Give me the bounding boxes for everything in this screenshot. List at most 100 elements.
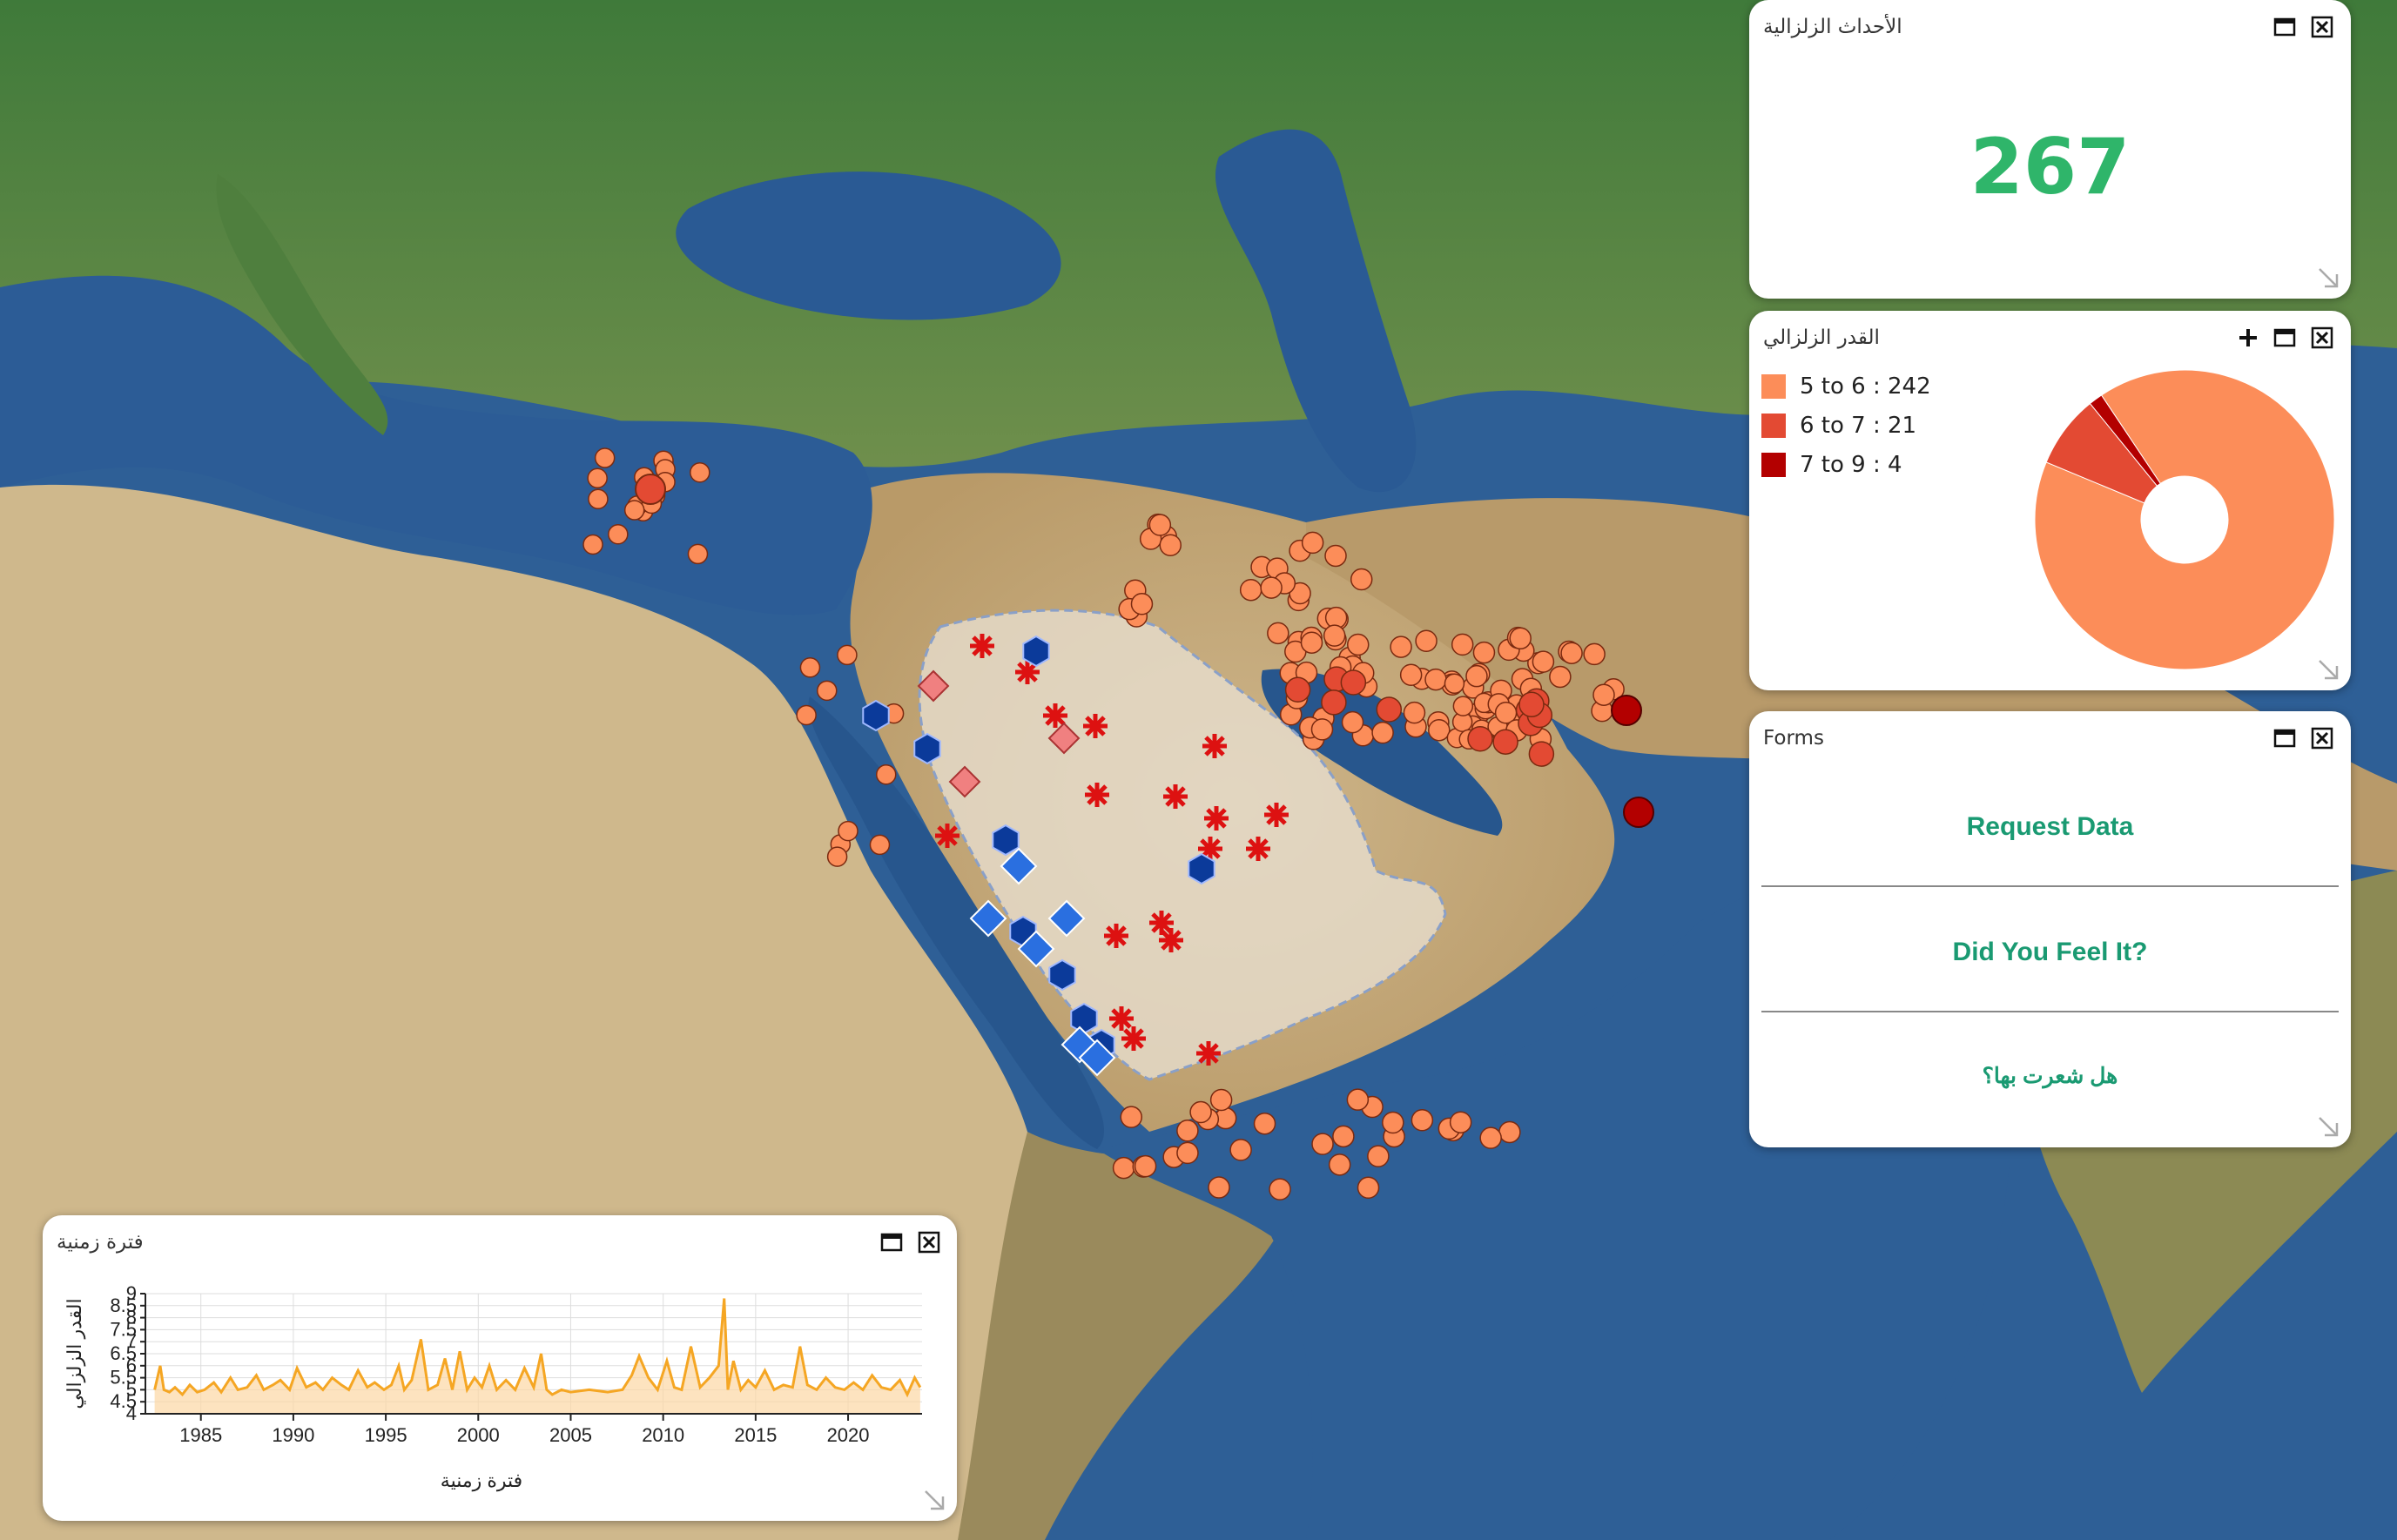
earthquake-marker-icon[interactable]: [796, 704, 817, 726]
earthquake-marker-icon[interactable]: [1284, 676, 1311, 703]
earthquake-marker-icon[interactable]: [587, 467, 608, 489]
close-icon[interactable]: [918, 1231, 940, 1254]
earthquake-marker-icon[interactable]: [799, 657, 821, 678]
earthquake-marker-icon[interactable]: [869, 834, 891, 856]
plus-icon[interactable]: [2237, 326, 2259, 349]
volcano-marker-icon[interactable]: [1204, 806, 1229, 831]
earthquake-marker-icon[interactable]: [1399, 663, 1423, 687]
resize-corner-icon[interactable]: [2316, 266, 2340, 290]
earthquake-marker-icon[interactable]: [1208, 1176, 1230, 1199]
earthquake-marker-icon[interactable]: [1189, 1100, 1212, 1124]
earthquake-marker-icon[interactable]: [1357, 1176, 1380, 1200]
earthquake-marker-icon[interactable]: [875, 763, 897, 785]
earthquake-marker-icon[interactable]: [1509, 627, 1532, 650]
earthquake-marker-icon[interactable]: [1415, 629, 1438, 652]
earthquake-marker-icon[interactable]: [1209, 1088, 1233, 1112]
station-marker-icon[interactable]: [992, 824, 1020, 857]
resize-corner-icon[interactable]: [922, 1488, 946, 1512]
earthquake-marker-icon[interactable]: [623, 500, 645, 521]
earthquake-marker-icon[interactable]: [1467, 725, 1493, 752]
earthquake-marker-icon[interactable]: [1300, 631, 1323, 654]
station-marker-icon[interactable]: [1070, 1002, 1098, 1035]
volcano-marker-icon[interactable]: [1202, 734, 1227, 758]
earthquake-marker-icon[interactable]: [1176, 1120, 1199, 1142]
close-icon[interactable]: [2311, 727, 2333, 750]
magnitude-timeline-chart[interactable]: 44.555.566.577.588.591985 1990 1995 2000 200…: [43, 1259, 957, 1520]
earthquake-marker-icon[interactable]: [1323, 624, 1346, 647]
earthquake-marker-icon[interactable]: [1532, 650, 1555, 673]
earthquake-marker-icon[interactable]: [1229, 1139, 1252, 1161]
earthquake-marker-icon[interactable]: [1382, 1111, 1404, 1134]
earthquake-marker-icon[interactable]: [1310, 718, 1334, 741]
station-marker-icon[interactable]: [1048, 958, 1076, 992]
earthquake-marker-icon[interactable]: [1390, 636, 1412, 658]
earthquake-marker-icon[interactable]: [1444, 673, 1465, 695]
earthquake-marker-icon[interactable]: [1350, 568, 1373, 591]
earthquake-marker-icon[interactable]: [690, 461, 710, 483]
earthquake-marker-icon[interactable]: [1583, 642, 1606, 666]
earthquake-marker-icon[interactable]: [1321, 689, 1347, 716]
volcano-marker-icon[interactable]: [1264, 803, 1289, 827]
earthquake-marker-icon[interactable]: [1411, 1109, 1434, 1132]
station-marker-icon[interactable]: [1188, 852, 1215, 885]
earthquake-marker-icon[interactable]: [1301, 531, 1324, 555]
earthquake-marker-icon[interactable]: [838, 820, 858, 842]
earthquake-marker-icon[interactable]: [1311, 1133, 1334, 1155]
station-marker-icon[interactable]: [913, 732, 941, 765]
earthquake-marker-icon[interactable]: [1549, 665, 1572, 689]
earthquake-marker-icon[interactable]: [1492, 729, 1518, 755]
volcano-marker-icon[interactable]: [935, 824, 959, 848]
earthquake-marker-icon[interactable]: [588, 488, 609, 510]
earthquake-marker-icon[interactable]: [1498, 1120, 1521, 1144]
earthquake-marker-icon[interactable]: [1130, 593, 1154, 615]
earthquake-marker-icon[interactable]: [1479, 1126, 1502, 1149]
earthquake-marker-icon[interactable]: [1465, 664, 1488, 688]
earthquake-marker-icon[interactable]: [1472, 641, 1496, 664]
earthquake-marker-icon[interactable]: [1148, 514, 1172, 536]
earthquake-marker-icon[interactable]: [1260, 576, 1283, 599]
earthquake-marker-icon[interactable]: [1340, 669, 1367, 696]
did-you-feel-it-arabic-link[interactable]: هل شعرت بها؟: [1749, 1063, 2351, 1089]
request-data-link[interactable]: Request Data: [1749, 812, 2351, 842]
earthquake-marker-icon[interactable]: [1560, 642, 1583, 664]
earthquake-marker-icon[interactable]: [1403, 701, 1426, 724]
volcano-marker-icon[interactable]: [1109, 1006, 1134, 1031]
volcano-marker-icon[interactable]: [1246, 837, 1270, 861]
earthquake-marker-icon[interactable]: [1451, 633, 1474, 656]
maximize-icon[interactable]: [2273, 16, 2296, 38]
earthquake-marker-icon[interactable]: [1367, 1145, 1390, 1167]
volcano-marker-icon[interactable]: [1196, 1041, 1221, 1066]
magnitude-donut-chart[interactable]: [2028, 363, 2341, 676]
earthquake-marker-icon[interactable]: [608, 524, 629, 545]
earthquake-marker-icon[interactable]: [1324, 544, 1347, 568]
maximize-icon[interactable]: [880, 1231, 903, 1254]
station-marker-icon[interactable]: [862, 699, 890, 732]
earthquake-marker-icon[interactable]: [1376, 696, 1403, 723]
volcano-marker-icon[interactable]: [1085, 783, 1109, 807]
earthquake-marker-icon[interactable]: [826, 846, 848, 867]
earthquake-marker-icon[interactable]: [1449, 1111, 1472, 1133]
close-icon[interactable]: [2311, 326, 2333, 349]
did-you-feel-it-link[interactable]: Did You Feel It?: [1749, 938, 2351, 967]
volcano-marker-icon[interactable]: [1104, 924, 1128, 948]
earthquake-marker-icon[interactable]: [1332, 1125, 1355, 1148]
legend-item[interactable]: 7 to 9 : 4: [1761, 445, 1931, 484]
legend-item[interactable]: 5 to 6 : 242: [1761, 367, 1931, 406]
volcano-marker-icon[interactable]: [970, 634, 994, 658]
earthquake-marker-icon[interactable]: [1267, 622, 1289, 645]
earthquake-marker-icon[interactable]: [1371, 721, 1394, 744]
earthquake-marker-icon[interactable]: [1623, 797, 1654, 828]
station-marker-icon[interactable]: [1022, 635, 1050, 668]
earthquake-marker-icon[interactable]: [582, 534, 603, 555]
earthquake-marker-icon[interactable]: [1159, 534, 1182, 556]
earthquake-marker-icon[interactable]: [1112, 1156, 1135, 1180]
earthquake-marker-icon[interactable]: [1424, 668, 1447, 691]
maximize-icon[interactable]: [2273, 727, 2296, 750]
earthquake-marker-icon[interactable]: [594, 447, 616, 468]
earthquake-marker-icon[interactable]: [1176, 1141, 1199, 1165]
volcano-marker-icon[interactable]: [1159, 928, 1183, 952]
earthquake-marker-icon[interactable]: [1347, 633, 1370, 656]
earthquake-marker-icon[interactable]: [1328, 1153, 1351, 1176]
close-icon[interactable]: [2311, 16, 2333, 38]
earthquake-marker-icon[interactable]: [1269, 1178, 1291, 1200]
